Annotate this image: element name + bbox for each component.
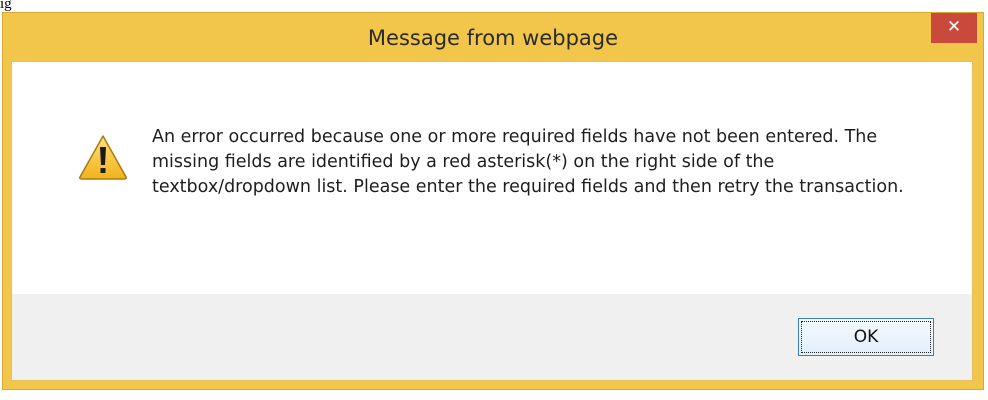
dialog-title: Message from webpage: [367, 26, 619, 50]
warning-icon: [79, 135, 127, 180]
message-dialog: Message from webpage ✕ An error occurred…: [2, 12, 984, 390]
dialog-titlebar[interactable]: Message from webpage ✕: [3, 13, 983, 61]
caption-fragment: ig: [0, 0, 12, 12]
dialog-client-area: An error occurred because one or more re…: [11, 61, 973, 381]
close-icon: ✕: [946, 17, 962, 37]
ok-button-label: OK: [853, 327, 879, 347]
dialog-content: An error occurred because one or more re…: [12, 62, 972, 294]
error-message: An error occurred because one or more re…: [152, 127, 904, 197]
ok-button[interactable]: OK: [798, 318, 934, 356]
close-button[interactable]: ✕: [931, 13, 977, 43]
dialog-footer: OK: [12, 294, 972, 380]
